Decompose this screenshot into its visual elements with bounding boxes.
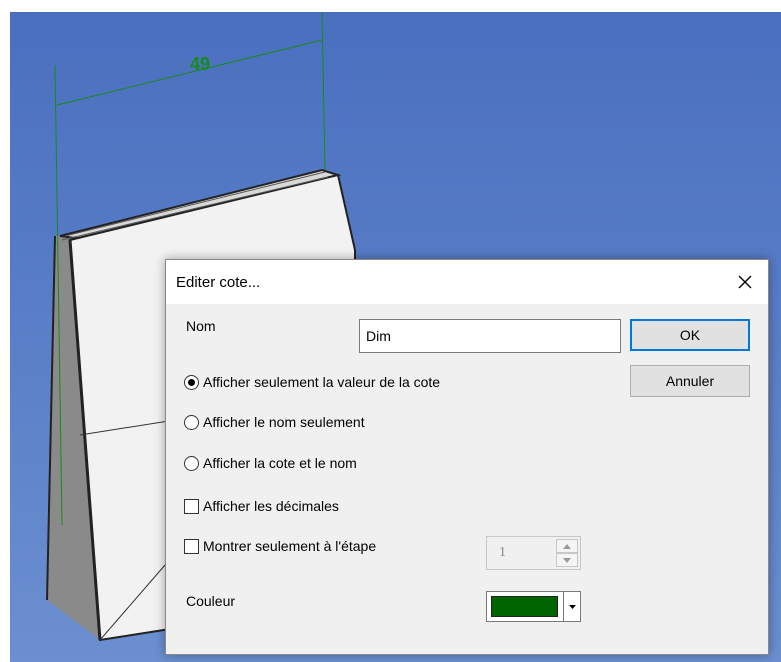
- color-label: Couleur: [186, 593, 236, 609]
- color-swatch[interactable]: [491, 596, 558, 617]
- radio-button[interactable]: [184, 414, 199, 430]
- step-value[interactable]: 1: [499, 545, 506, 561]
- radio-name-only[interactable]: Afficher le nom seulement: [184, 414, 365, 430]
- step-only-checkbox[interactable]: [184, 538, 199, 554]
- close-button[interactable]: [722, 260, 768, 304]
- radio-label: Afficher la cote et le nom: [203, 455, 357, 471]
- step-only-checkbox-row[interactable]: Montrer seulement à l'étape: [184, 538, 376, 554]
- dropdown-arrow-icon: [568, 604, 576, 609]
- spin-up-button[interactable]: [556, 539, 578, 553]
- radio-button[interactable]: [184, 374, 199, 390]
- color-picker[interactable]: [486, 591, 581, 622]
- radio-label: Afficher seulement la valeur de la cote: [203, 374, 441, 390]
- radio-value-only[interactable]: Afficher seulement la valeur de la cote: [184, 374, 440, 390]
- radio-value-and-name[interactable]: Afficher la cote et le nom: [184, 455, 357, 471]
- close-icon: [738, 275, 752, 289]
- radio-label: Afficher le nom seulement: [203, 414, 365, 430]
- show-decimals-checkbox[interactable]: [184, 498, 199, 514]
- ok-button[interactable]: OK: [630, 319, 750, 351]
- name-label: Nom: [186, 318, 216, 334]
- show-decimals-label: Afficher les décimales: [203, 498, 339, 514]
- name-input[interactable]: [359, 319, 621, 353]
- radio-button[interactable]: [184, 455, 199, 471]
- chevron-up-icon: [563, 543, 571, 549]
- step-spinner[interactable]: 1: [486, 536, 581, 570]
- color-dropdown-button[interactable]: [563, 592, 580, 621]
- cancel-button[interactable]: Annuler: [630, 365, 750, 397]
- show-decimals-checkbox-row[interactable]: Afficher les décimales: [184, 498, 339, 514]
- dimension-value[interactable]: 49: [190, 54, 210, 74]
- dialog-title-bar[interactable]: Editer cote...: [166, 260, 768, 304]
- edit-dimension-dialog: Editer cote... Nom OK Annuler Afficher s…: [165, 259, 769, 655]
- spin-down-button[interactable]: [556, 553, 578, 567]
- dialog-title: Editer cote...: [176, 274, 261, 291]
- chevron-down-icon: [563, 557, 571, 563]
- step-only-label: Montrer seulement à l'étape: [203, 538, 377, 554]
